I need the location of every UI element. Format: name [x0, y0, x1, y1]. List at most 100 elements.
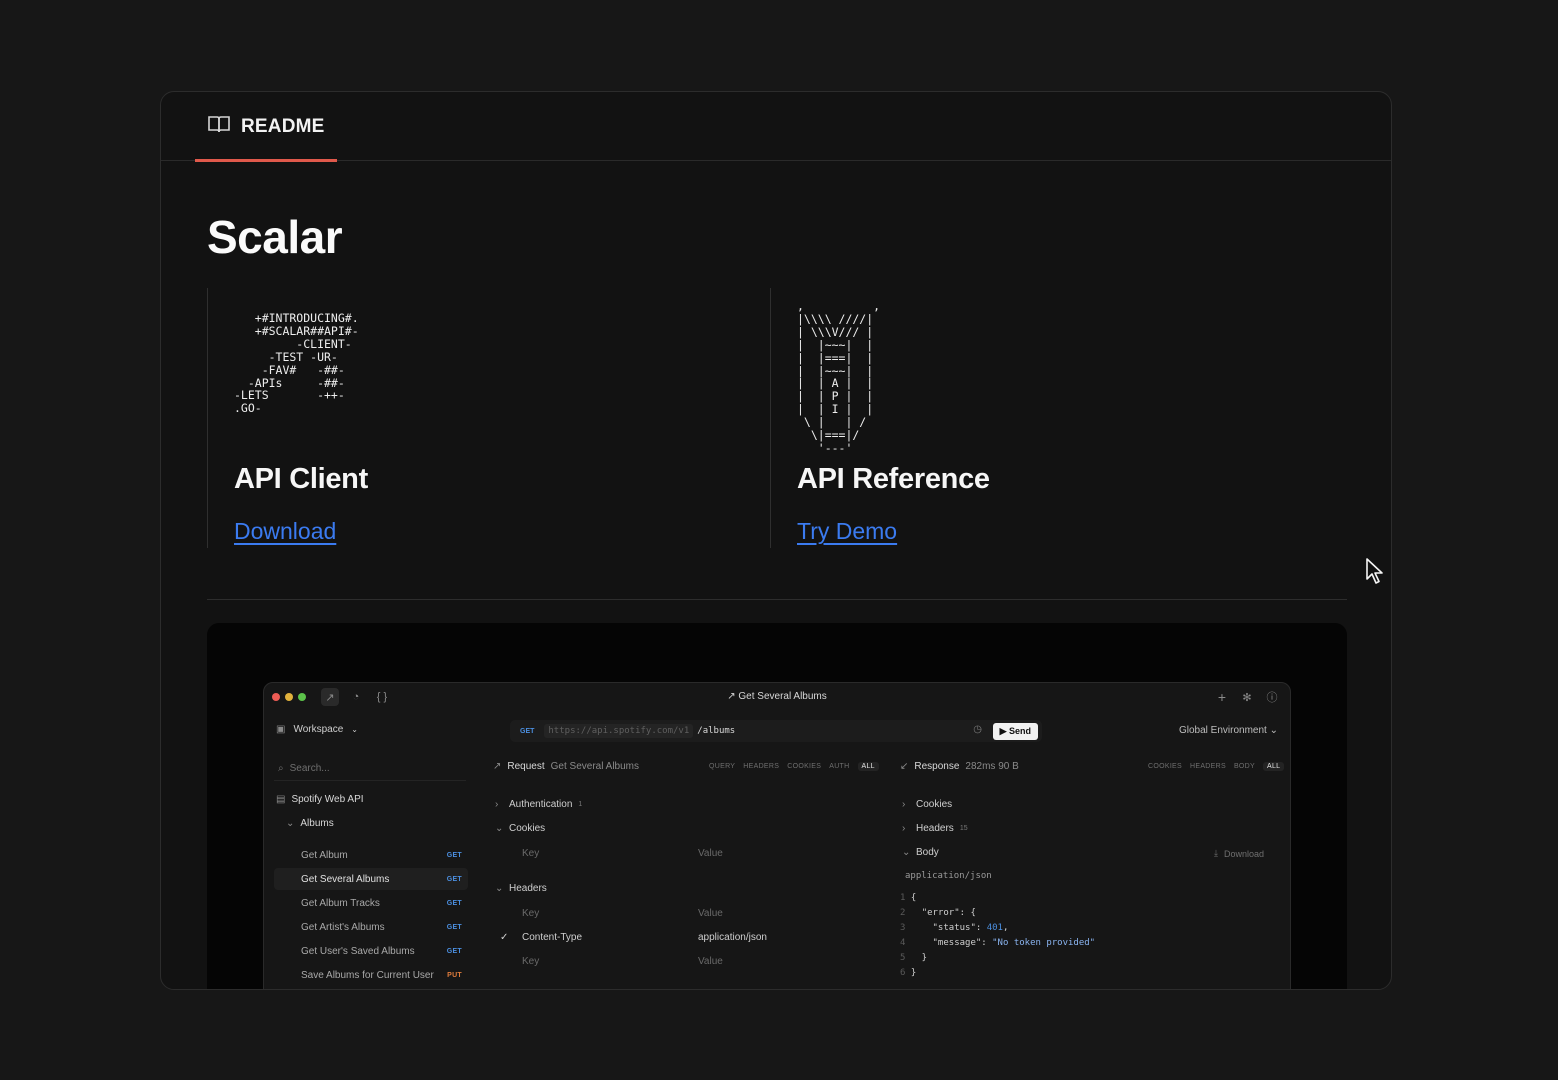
filter-auth[interactable]: AUTH: [829, 763, 849, 771]
headers-label: Headers: [509, 883, 547, 894]
endpoint-label: Get User's Saved Albums: [301, 945, 415, 957]
app-screenshot: ↗ ◔ { } ↗ Get Several Albums + ✻ ⓘ ▣ Wor…: [207, 623, 1347, 989]
line-number: 2: [900, 908, 906, 918]
chevron-down-icon: ⌄: [286, 818, 295, 829]
help-icon[interactable]: ⓘ: [1263, 688, 1281, 706]
filter-headers[interactable]: HEADERS: [743, 763, 779, 771]
chevron-down-icon: ⌄: [495, 823, 504, 834]
response-body-code: 1 { 2 "error": { 3 "status": 401, 4 "mes…: [900, 893, 1096, 978]
download-link[interactable]: Download: [234, 518, 336, 545]
response-body-section[interactable]: ⌄ Body: [902, 847, 939, 858]
url-bar[interactable]: GET https://api.spotify.com/v1 /albums ◷…: [510, 720, 1042, 742]
book-open-icon: [207, 114, 231, 139]
gear-icon[interactable]: ✻: [1238, 688, 1256, 706]
workspace-selector[interactable]: ▣ Workspace ⌄: [276, 724, 358, 735]
plus-icon[interactable]: +: [1213, 688, 1231, 706]
endpoint-label: Get Artist's Albums: [301, 921, 385, 933]
filter-cookies[interactable]: COOKIES: [787, 763, 821, 771]
environment-label: Global Environment: [1179, 725, 1267, 736]
download-button[interactable]: ⤓ Download: [1214, 848, 1264, 859]
window-title: ↗ Get Several Albums: [727, 691, 827, 702]
filter-cookies[interactable]: COOKIES: [1148, 763, 1182, 771]
collection-icon: ▤: [276, 794, 286, 805]
cookie-key-field[interactable]: Key: [522, 848, 539, 859]
chevron-down-icon: ⌄: [495, 883, 504, 894]
filter-all[interactable]: ALL: [1263, 762, 1285, 771]
window-title-text: Get Several Albums: [738, 691, 827, 702]
checkmark-icon[interactable]: ✓: [500, 932, 508, 943]
endpoint-label: Get Album Tracks: [301, 897, 380, 909]
sidebar-item-endpoint[interactable]: Get Album GET: [274, 844, 468, 866]
header-value-field[interactable]: Value: [698, 908, 723, 919]
environment-selector[interactable]: Global Environment ⌄: [1179, 725, 1278, 736]
readme-card: README Scalar +#INTRODUCING#. +#SCALAR##…: [160, 91, 1392, 990]
response-headers-section[interactable]: › Headers 15: [902, 823, 968, 834]
download-icon: ⤓: [1214, 848, 1218, 858]
folder-item[interactable]: ⌄ Albums: [286, 818, 334, 829]
new-header-value-field[interactable]: Value: [698, 956, 723, 967]
clock-icon[interactable]: ◷: [973, 724, 982, 735]
request-filters: QUERY HEADERS COOKIES AUTH ALL: [709, 762, 879, 771]
api-reference-ascii-art: , , |\\\\ ////| | \\\V/// | | |~~~| | | …: [797, 299, 881, 455]
request-arrow-icon: ↗: [493, 761, 502, 772]
api-reference-column: , , |\\\\ ////| | \\\V/// | | |~~~| | | …: [770, 288, 1330, 548]
chevron-right-icon: ›: [495, 799, 499, 810]
tab-label: README: [241, 115, 325, 137]
response-cookies-label: Cookies: [916, 799, 953, 810]
header-key-field[interactable]: Key: [522, 908, 539, 919]
url-base: https://api.spotify.com/v1: [544, 724, 694, 738]
mouse-cursor-icon: [1366, 558, 1383, 584]
response-meta: 282ms 90 B: [965, 761, 1019, 772]
folder-label: Albums: [300, 818, 334, 829]
filter-query[interactable]: QUERY: [709, 763, 735, 771]
chevron-down-icon: ⌄: [902, 847, 911, 858]
cookie-value-field[interactable]: Value: [698, 848, 723, 859]
new-header-key-field[interactable]: Key: [522, 956, 539, 967]
filter-all[interactable]: ALL: [857, 762, 879, 771]
try-demo-link[interactable]: Try Demo: [797, 518, 897, 545]
cookies-section[interactable]: ⌄ Cookies: [495, 823, 545, 834]
search-input[interactable]: ⌕ Search...: [274, 757, 466, 781]
response-cookies-section[interactable]: › Cookies: [902, 799, 952, 810]
app-window: ↗ ◔ { } ↗ Get Several Albums + ✻ ⓘ ▣ Wor…: [263, 682, 1291, 989]
sidebar-item-endpoint[interactable]: Get Several Albums GET: [274, 868, 468, 890]
sidebar: ▣ Workspace ⌄ ⌕ Search... ▤ Spotify Web …: [264, 711, 474, 989]
api-reference-title: API Reference: [797, 463, 990, 495]
method-badge: GET: [446, 947, 462, 955]
method-badge: GET: [446, 875, 462, 883]
method-badge: GET: [446, 923, 462, 931]
filter-body[interactable]: BODY: [1234, 763, 1255, 771]
filter-headers[interactable]: HEADERS: [1190, 763, 1226, 771]
sidebar-item-endpoint[interactable]: Get Album Tracks GET: [274, 892, 468, 914]
line-number: 4: [900, 938, 906, 948]
sidebar-item-endpoint[interactable]: Get User's Saved Albums GET: [274, 940, 468, 962]
method-badge: GET: [446, 851, 462, 859]
header-value[interactable]: application/json: [698, 932, 767, 943]
tab-readme[interactable]: README: [195, 92, 337, 162]
authentication-label: Authentication: [509, 799, 573, 810]
sidebar-item-endpoint[interactable]: Get Artist's Albums GET: [274, 916, 468, 938]
sidebar-item-endpoint[interactable]: Save Albums for Current User PUT: [274, 964, 468, 986]
url-method[interactable]: GET: [520, 728, 534, 735]
endpoint-label: Get Album: [301, 849, 348, 861]
response-header: ↙ Response 282ms 90 B: [900, 761, 1019, 772]
json-key: "status": [932, 923, 976, 933]
line-number: 3: [900, 923, 906, 933]
line-number: 5: [900, 953, 906, 963]
collection-item[interactable]: ▤ Spotify Web API: [276, 794, 364, 805]
json-number: 401: [986, 923, 1003, 933]
search-icon: ⌕: [278, 763, 284, 774]
json-key: "error": [921, 908, 960, 918]
response-arrow-icon: ↙: [900, 761, 909, 772]
sidebar-toggle-icon[interactable]: ▣: [276, 724, 285, 735]
search-placeholder: Search...: [289, 763, 330, 774]
send-button[interactable]: ▶ Send: [992, 723, 1038, 740]
url-path[interactable]: /albums: [697, 726, 735, 736]
download-label: Download: [1223, 848, 1265, 859]
header-name[interactable]: Content-Type: [522, 932, 582, 943]
authentication-section[interactable]: › Authentication 1: [495, 799, 582, 810]
headers-section[interactable]: ⌄ Headers: [495, 883, 547, 894]
content-type: application/json: [905, 871, 992, 881]
request-name: Get Several Albums: [550, 761, 640, 772]
send-label: Send: [1008, 726, 1031, 736]
